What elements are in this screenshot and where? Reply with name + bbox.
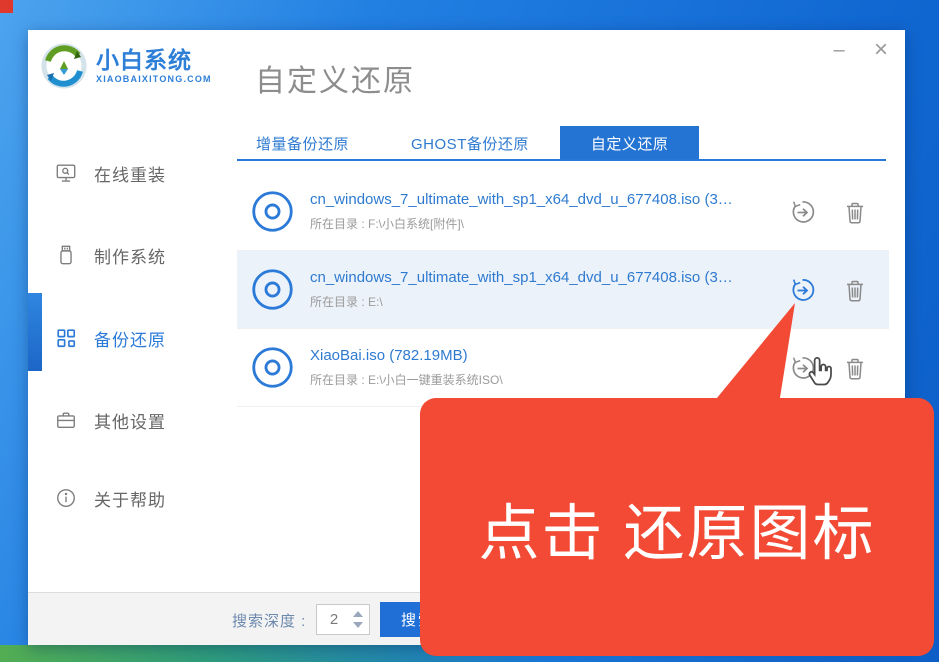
- tab-incremental-backup-restore[interactable]: 增量备份还原: [237, 126, 368, 160]
- restore-icon[interactable]: [789, 354, 817, 382]
- list-item-text: cn_windows_7_ultimate_with_sp1_x64_dvd_u…: [310, 269, 750, 310]
- row-actions: [789, 329, 869, 406]
- iso-path: 所在目录 : E:\: [310, 293, 750, 310]
- list-item-text: XiaoBai.iso (782.19MB) 所在目录 : E:\小白一键重装系…: [310, 347, 750, 388]
- tab-custom-restore[interactable]: 自定义还原: [560, 126, 700, 160]
- stepper-arrows: [351, 611, 369, 628]
- trash-icon[interactable]: [841, 354, 869, 382]
- window-controls: – ×: [825, 36, 895, 64]
- briefcase-icon: [55, 409, 77, 431]
- app-logo: 小白系统 XIAOBAIXITONG.COM: [40, 42, 212, 90]
- iso-list: cn_windows_7_ultimate_with_sp1_x64_dvd_u…: [237, 173, 889, 407]
- tab-underline: [237, 159, 886, 161]
- sidebar-item-label: 备份还原: [94, 326, 166, 351]
- minimize-button[interactable]: –: [825, 36, 853, 64]
- sidebar-item-label: 在线重装: [94, 161, 166, 186]
- stepper-up-icon[interactable]: [353, 611, 363, 617]
- disc-icon: [250, 267, 295, 312]
- search-depth-stepper[interactable]: 2: [316, 604, 370, 635]
- list-item[interactable]: cn_windows_7_ultimate_with_sp1_x64_dvd_u…: [237, 251, 889, 329]
- sidebar-item-backup-restore[interactable]: 备份还原: [28, 320, 228, 356]
- iso-path: 所在目录 : F:\小白系统[附件]\: [310, 215, 750, 232]
- tab-ghost-backup-restore[interactable]: GHOST备份还原: [392, 126, 548, 160]
- restore-icon[interactable]: [789, 198, 817, 226]
- disc-icon: [250, 345, 295, 390]
- close-button[interactable]: ×: [867, 36, 895, 64]
- trash-icon[interactable]: [841, 198, 869, 226]
- recording-indicator: [0, 0, 13, 13]
- logo-swirl-icon: [40, 42, 88, 90]
- sidebar-item-label: 关于帮助: [94, 486, 166, 511]
- usb-drive-icon: [55, 244, 77, 266]
- logo-text: 小白系统 XIAOBAIXITONG.COM: [96, 48, 212, 83]
- sidebar-item-online-reinstall[interactable]: 在线重装: [28, 155, 228, 191]
- iso-path: 所在目录 : E:\小白一键重装系统ISO\: [310, 371, 750, 388]
- row-actions: [789, 251, 869, 328]
- sidebar-item-about-help[interactable]: 关于帮助: [28, 480, 228, 516]
- search-depth-label: 搜索深度 :: [232, 610, 306, 631]
- tutorial-callout: 点击 还原图标: [420, 398, 934, 656]
- sidebar-item-label: 其他设置: [94, 408, 166, 433]
- brand-domain: XIAOBAIXITONG.COM: [96, 74, 212, 84]
- sidebar-active-indicator: [28, 293, 42, 371]
- page-title: 自定义还原: [255, 56, 415, 100]
- desktop-background: – × 小白系统 XIAOBAIXITONG.COM: [0, 0, 939, 662]
- blocks-icon: [55, 327, 77, 349]
- list-item[interactable]: XiaoBai.iso (782.19MB) 所在目录 : E:\小白一键重装系…: [237, 329, 889, 407]
- sidebar: 在线重装 制作系统: [28, 130, 228, 592]
- sidebar-item-make-system[interactable]: 制作系统: [28, 237, 228, 273]
- restore-icon[interactable]: [789, 276, 817, 304]
- iso-filename: XiaoBai.iso (782.19MB): [310, 347, 750, 364]
- info-circle-icon: [55, 487, 77, 509]
- row-actions: [789, 173, 869, 250]
- trash-icon[interactable]: [841, 276, 869, 304]
- list-item-text: cn_windows_7_ultimate_with_sp1_x64_dvd_u…: [310, 191, 750, 232]
- sidebar-item-label: 制作系统: [94, 243, 166, 268]
- monitor-reinstall-icon: [55, 162, 77, 184]
- tab-bar: 增量备份还原 GHOST备份还原 自定义还原: [237, 126, 699, 160]
- sidebar-item-other-settings[interactable]: 其他设置: [28, 402, 228, 438]
- iso-filename: cn_windows_7_ultimate_with_sp1_x64_dvd_u…: [310, 191, 750, 208]
- stepper-down-icon[interactable]: [353, 622, 363, 628]
- list-item[interactable]: cn_windows_7_ultimate_with_sp1_x64_dvd_u…: [237, 173, 889, 251]
- brand-name: 小白系统: [96, 48, 212, 73]
- search-depth-value: 2: [317, 611, 351, 628]
- iso-filename: cn_windows_7_ultimate_with_sp1_x64_dvd_u…: [310, 269, 750, 286]
- disc-icon: [250, 189, 295, 234]
- tutorial-callout-text: 点击 还原图标: [479, 483, 876, 572]
